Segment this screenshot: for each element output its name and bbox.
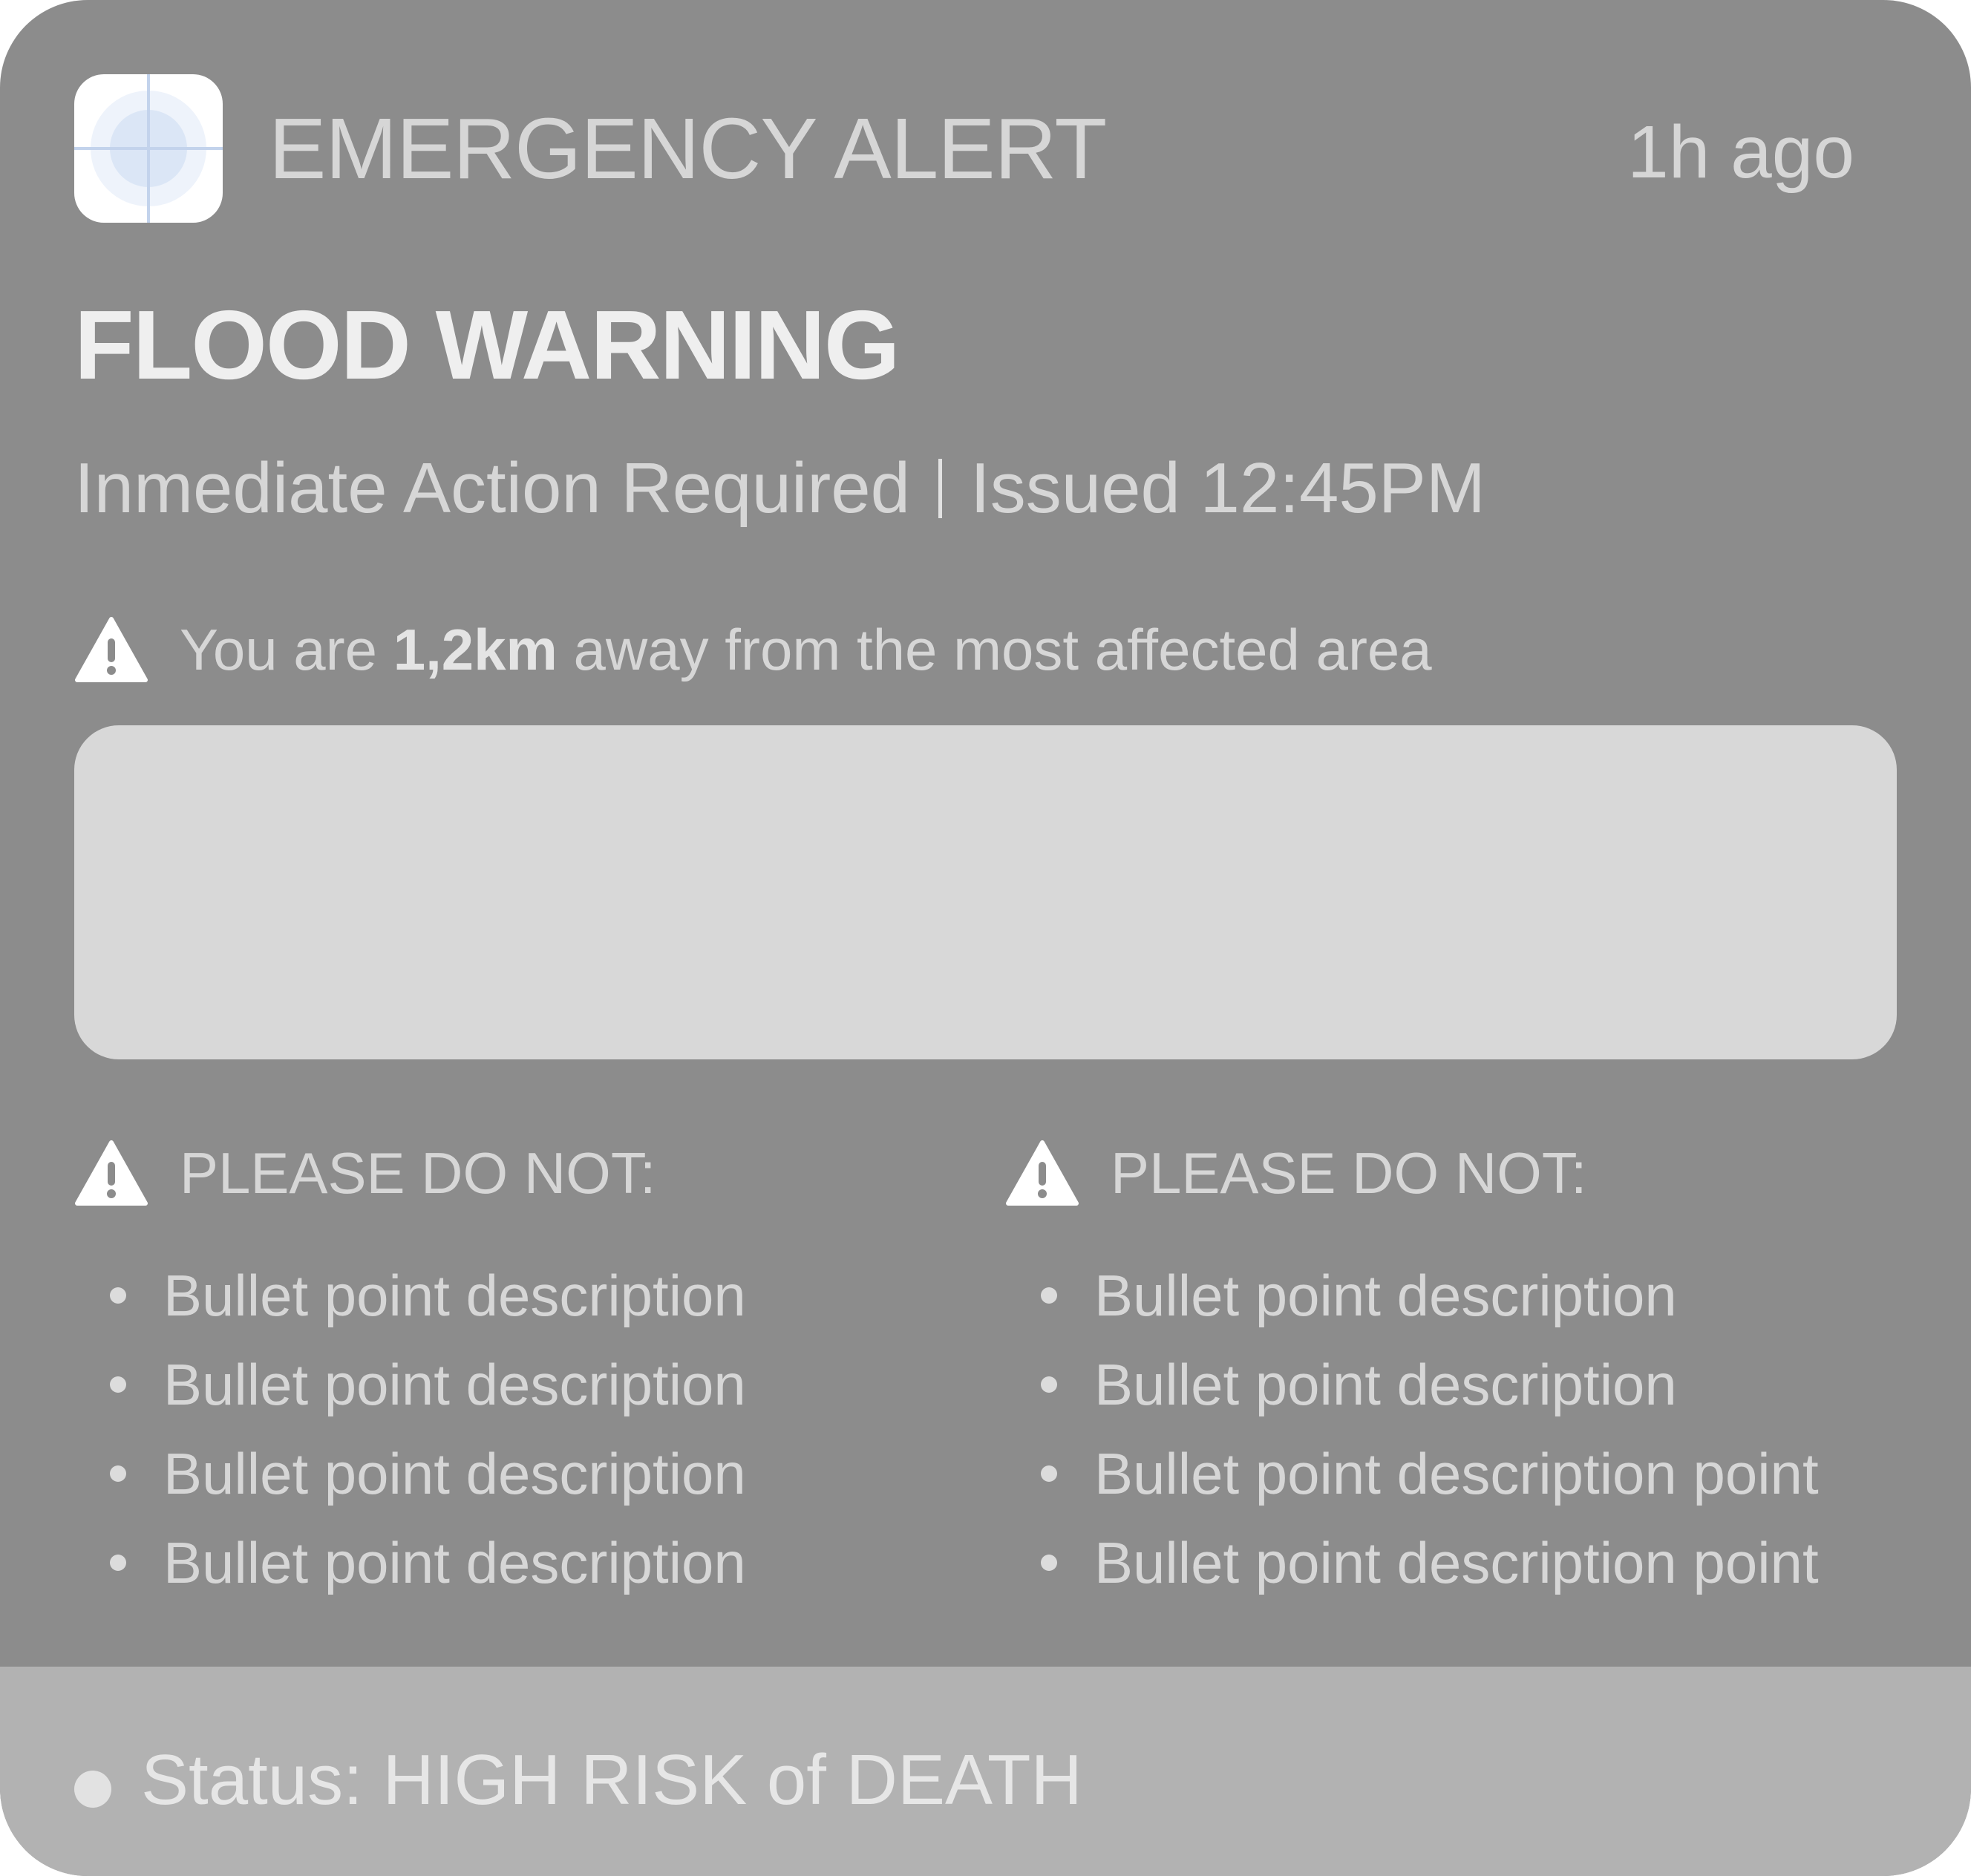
status-bar: Status: HIGH RISK of DEATH [0, 1667, 1971, 1876]
bullet-dot [110, 1555, 126, 1571]
bullet-list: Bullet point description Bullet point de… [1005, 1251, 1822, 1607]
list-item: Bullet point description [74, 1340, 891, 1429]
warning-triangle-icon [75, 617, 148, 682]
status-indicator-dot [74, 1771, 111, 1808]
status-text: Status: HIGH RISK of DEATH [141, 1740, 1082, 1820]
bullet-dot [1041, 1376, 1057, 1393]
list-item: Bullet point description [74, 1518, 891, 1607]
do-not-header-label: PLEASE DO NOT: [180, 1140, 656, 1206]
distance-notice: You are 1,2km away from the most affecte… [74, 609, 1432, 690]
notification-timestamp: 1h ago [1627, 111, 1854, 194]
subtitle-divider [938, 458, 943, 518]
warning-triangle-icon [75, 1140, 148, 1206]
do-not-header: PLEASE DO NOT: [74, 1136, 891, 1210]
do-not-header-label: PLEASE DO NOT: [1111, 1140, 1587, 1206]
distance-value: 1,2km [393, 617, 558, 682]
emergency-alert-card[interactable]: EMERGENCY ALERT 1h ago FLOOD WARNING Inm… [0, 0, 1971, 1876]
target-crosshair-icon [74, 74, 223, 223]
alert-title: FLOOD WARNING [74, 290, 900, 399]
distance-text: You are 1,2km away from the most affecte… [180, 617, 1432, 682]
list-item: Bullet point description [74, 1251, 891, 1340]
bullet-dot [1041, 1465, 1057, 1482]
affected-area-map[interactable] [74, 725, 1897, 1059]
bullet-dot [1041, 1287, 1057, 1304]
bullet-dot [1041, 1555, 1057, 1571]
bullet-dot [110, 1376, 126, 1393]
do-not-list-right: PLEASE DO NOT: Bullet point description … [1005, 1136, 1822, 1607]
list-item: Bullet point description [1005, 1340, 1822, 1429]
do-not-list-left: PLEASE DO NOT: Bullet point description … [74, 1136, 891, 1607]
issued-time-text: Issued 12:45PM [970, 448, 1485, 528]
app-name: EMERGENCY ALERT [269, 100, 1107, 197]
list-item: Bullet point description [1005, 1251, 1822, 1340]
list-item: Bullet point description point [1005, 1429, 1822, 1518]
do-not-header: PLEASE DO NOT: [1005, 1136, 1822, 1210]
list-item: Bullet point description [74, 1429, 891, 1518]
bullet-dot [110, 1287, 126, 1304]
warning-triangle-icon [1006, 1140, 1079, 1206]
list-item: Bullet point description point [1005, 1518, 1822, 1607]
bullet-list: Bullet point description Bullet point de… [74, 1251, 891, 1607]
bullet-dot [110, 1465, 126, 1482]
alert-subtitle: Inmediate Action Required Issued 12:45PM [74, 445, 1485, 531]
action-required-text: Inmediate Action Required [74, 448, 911, 528]
